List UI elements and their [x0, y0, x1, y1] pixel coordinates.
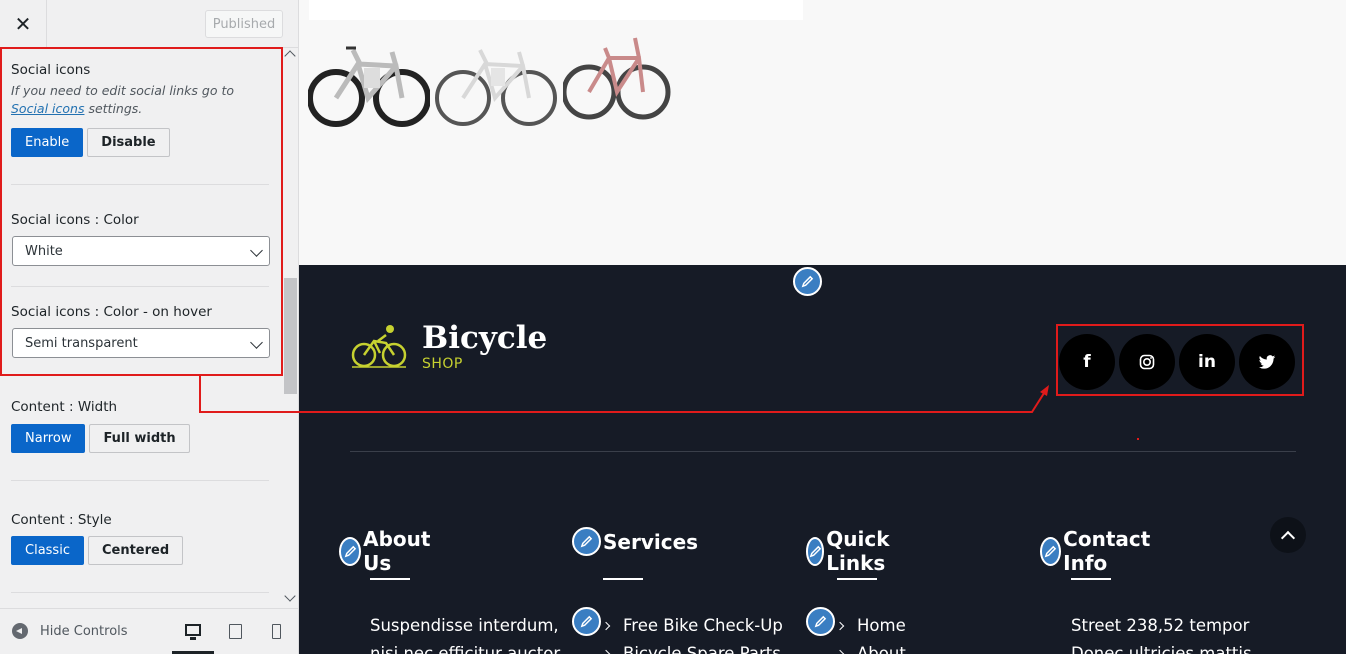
annotation-arrow: [199, 376, 1049, 413]
annotation-dot: [1137, 438, 1139, 440]
